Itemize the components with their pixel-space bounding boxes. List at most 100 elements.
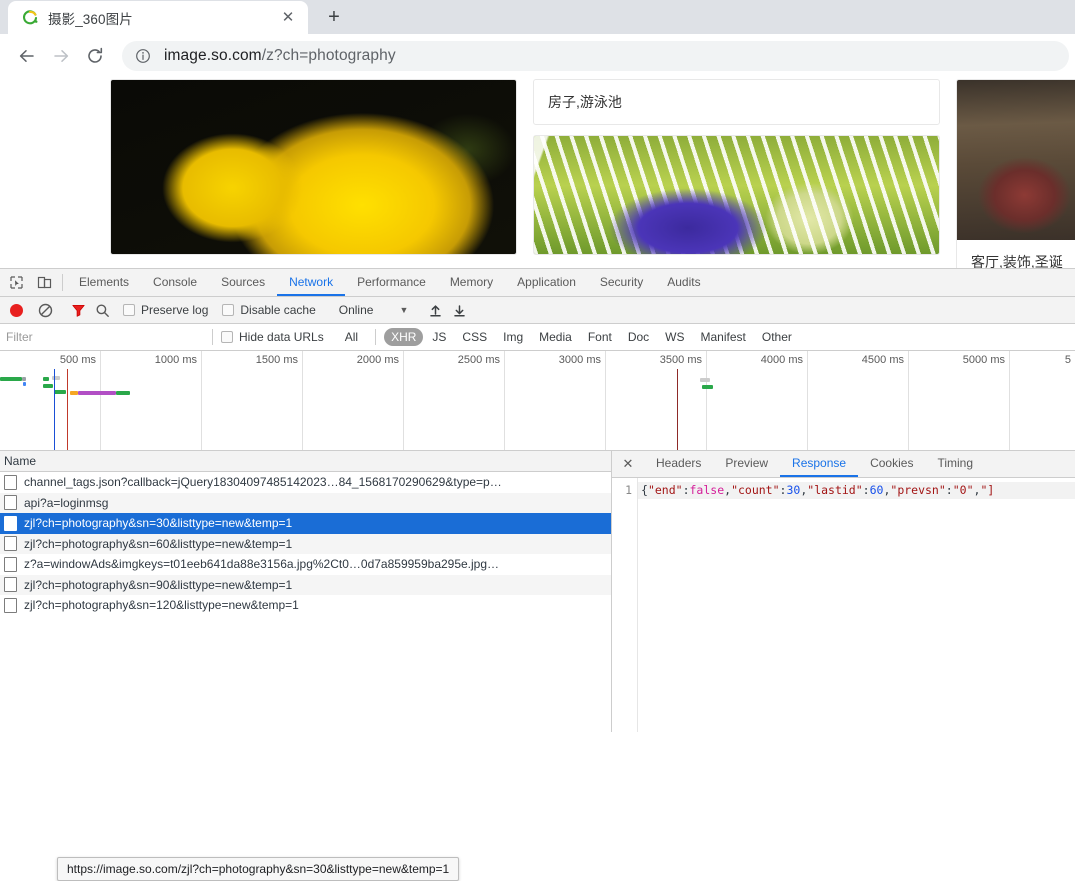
hide-data-urls-toggle[interactable]: Hide data URLs	[221, 330, 324, 344]
tab-security[interactable]: Security	[588, 269, 655, 296]
tab-elements[interactable]: Elements	[67, 269, 141, 296]
tab-network[interactable]: Network	[277, 269, 346, 296]
filter-type-img[interactable]: Img	[496, 328, 530, 346]
tab-response[interactable]: Response	[780, 451, 859, 477]
filter-type-ws[interactable]: WS	[658, 328, 691, 346]
request-column-header[interactable]: Name	[0, 451, 611, 472]
tab-console[interactable]: Console	[141, 269, 209, 296]
filter-type-css[interactable]: CSS	[455, 328, 494, 346]
checkbox[interactable]	[123, 304, 135, 316]
browser-tab[interactable]: 摄影_360图片 ✕	[8, 1, 308, 34]
image-card[interactable]	[533, 135, 940, 255]
json-token: "prevsn"	[890, 483, 946, 497]
network-controls: Preserve log Disable cache Online ▼	[0, 297, 1075, 324]
divider	[62, 274, 63, 291]
tab-audits[interactable]: Audits	[655, 269, 712, 296]
filter-type-media[interactable]: Media	[532, 328, 579, 346]
chevron-down-icon[interactable]: ▼	[399, 305, 408, 315]
image-card[interactable]: 客厅,装饰,圣诞	[956, 79, 1075, 269]
timeline-tick: 2500 ms	[457, 354, 500, 366]
reload-icon[interactable]	[78, 39, 112, 73]
close-icon[interactable]: ✕	[278, 8, 298, 28]
response-body-viewer[interactable]: 1 {"end":false,"count":30,"lastid":60,"p…	[612, 478, 1075, 732]
record-button-icon[interactable]	[10, 303, 23, 317]
tab-headers[interactable]: Headers	[644, 451, 713, 477]
tab-memory[interactable]: Memory	[438, 269, 505, 296]
request-name: channel_tags.json?callback=jQuery1830409…	[24, 475, 502, 490]
json-token: {	[641, 483, 648, 497]
checkbox[interactable]	[222, 304, 235, 316]
request-detail-pane: ✕ Headers Preview Response Cookies Timin…	[612, 451, 1075, 732]
dom-content-loaded-marker	[54, 369, 55, 450]
export-har-icon[interactable]	[447, 299, 471, 321]
table-row[interactable]: api?a=loginmsg	[0, 492, 611, 513]
timeline-tick: 4500 ms	[861, 354, 904, 366]
tab-preview[interactable]: Preview	[713, 451, 780, 477]
request-list[interactable]: channel_tags.json?callback=jQuery1830409…	[0, 472, 611, 732]
filter-type-doc[interactable]: Doc	[621, 328, 656, 346]
device-toolbar-icon[interactable]	[30, 269, 58, 296]
browser-toolbar: image.so.com/z?ch=photography	[0, 34, 1075, 79]
disable-cache-toggle[interactable]: Disable cache	[222, 303, 316, 317]
inspect-element-icon[interactable]	[2, 269, 30, 296]
tab-timing[interactable]: Timing	[925, 451, 985, 477]
table-row[interactable]: zjl?ch=photography&sn=60&listtype=new&te…	[0, 533, 611, 554]
timeline-tick: 4000 ms	[760, 354, 803, 366]
request-detail-tabs: ✕ Headers Preview Response Cookies Timin…	[612, 451, 1075, 478]
clear-icon[interactable]	[33, 299, 57, 321]
checkbox[interactable]	[221, 331, 233, 343]
so-360-logo-icon	[22, 9, 38, 26]
timeline-request-bar	[54, 390, 66, 394]
timeline-tick: 2000 ms	[356, 354, 399, 366]
new-tab-button[interactable]: +	[320, 3, 348, 31]
json-token: false	[689, 483, 725, 497]
preserve-log-toggle[interactable]: Preserve log	[123, 303, 208, 317]
document-icon	[4, 577, 17, 593]
filter-type-font[interactable]: Font	[581, 328, 619, 346]
table-row-selected[interactable]: zjl?ch=photography&sn=30&listtype=new&te…	[0, 513, 611, 534]
image-card[interactable]: 房子,游泳池	[533, 79, 940, 125]
tab-cookies[interactable]: Cookies	[858, 451, 925, 477]
filter-type-manifest[interactable]: Manifest	[694, 328, 753, 346]
back-arrow-icon[interactable]	[10, 39, 44, 73]
info-circle-icon[interactable]	[134, 47, 152, 65]
timeline-request-bar	[78, 391, 116, 395]
photo-yellow-chrysanthemum[interactable]	[111, 80, 516, 254]
table-row[interactable]: z?a=windowAds&imgkeys=t01eeb641da88e3156…	[0, 554, 611, 575]
photo-porch-swing-pillows[interactable]	[534, 136, 939, 254]
table-row[interactable]: zjl?ch=photography&sn=90&listtype=new&te…	[0, 574, 611, 595]
document-icon	[4, 597, 17, 613]
json-token: :	[945, 483, 953, 497]
network-overview-timeline[interactable]: 500 ms 1000 ms 1500 ms 2000 ms 2500 ms 3…	[0, 351, 1075, 451]
import-har-icon[interactable]	[423, 299, 447, 321]
column-header-name: Name	[4, 454, 37, 468]
divider	[212, 329, 213, 345]
preserve-log-label: Preserve log	[141, 303, 209, 317]
tab-application[interactable]: Application	[505, 269, 588, 296]
url-path: /z?ch=photography	[261, 47, 396, 64]
table-row[interactable]: zjl?ch=photography&sn=120&listtype=new&t…	[0, 595, 611, 616]
filter-type-other[interactable]: Other	[755, 328, 799, 346]
request-name: zjl?ch=photography&sn=60&listtype=new&te…	[24, 536, 293, 551]
forward-arrow-icon[interactable]	[44, 39, 78, 73]
tab-performance[interactable]: Performance	[345, 269, 438, 296]
filter-funnel-icon[interactable]	[66, 299, 90, 321]
timeline-tick: 500 ms	[59, 354, 96, 366]
filter-input[interactable]	[0, 323, 204, 351]
filter-type-xhr[interactable]: XHR	[384, 328, 424, 346]
photo-living-room-decor[interactable]	[957, 80, 1075, 240]
search-icon[interactable]	[90, 299, 114, 321]
table-row[interactable]: channel_tags.json?callback=jQuery1830409…	[0, 472, 611, 493]
timeline-tick: 1500 ms	[255, 354, 298, 366]
request-name: z?a=windowAds&imgkeys=t01eeb641da88e3156…	[24, 557, 500, 572]
json-token: "end"	[647, 483, 683, 497]
image-card[interactable]	[110, 79, 517, 255]
address-bar[interactable]: image.so.com/z?ch=photography	[122, 41, 1069, 71]
close-icon[interactable]: ✕	[612, 451, 644, 477]
tab-sources[interactable]: Sources	[209, 269, 277, 296]
document-icon	[4, 515, 17, 531]
filter-type-js[interactable]: JS	[425, 328, 453, 346]
throttling-select[interactable]: Online ▼	[339, 303, 409, 317]
filter-type-all[interactable]: All	[338, 328, 365, 346]
json-token: "lastid"	[807, 483, 863, 497]
